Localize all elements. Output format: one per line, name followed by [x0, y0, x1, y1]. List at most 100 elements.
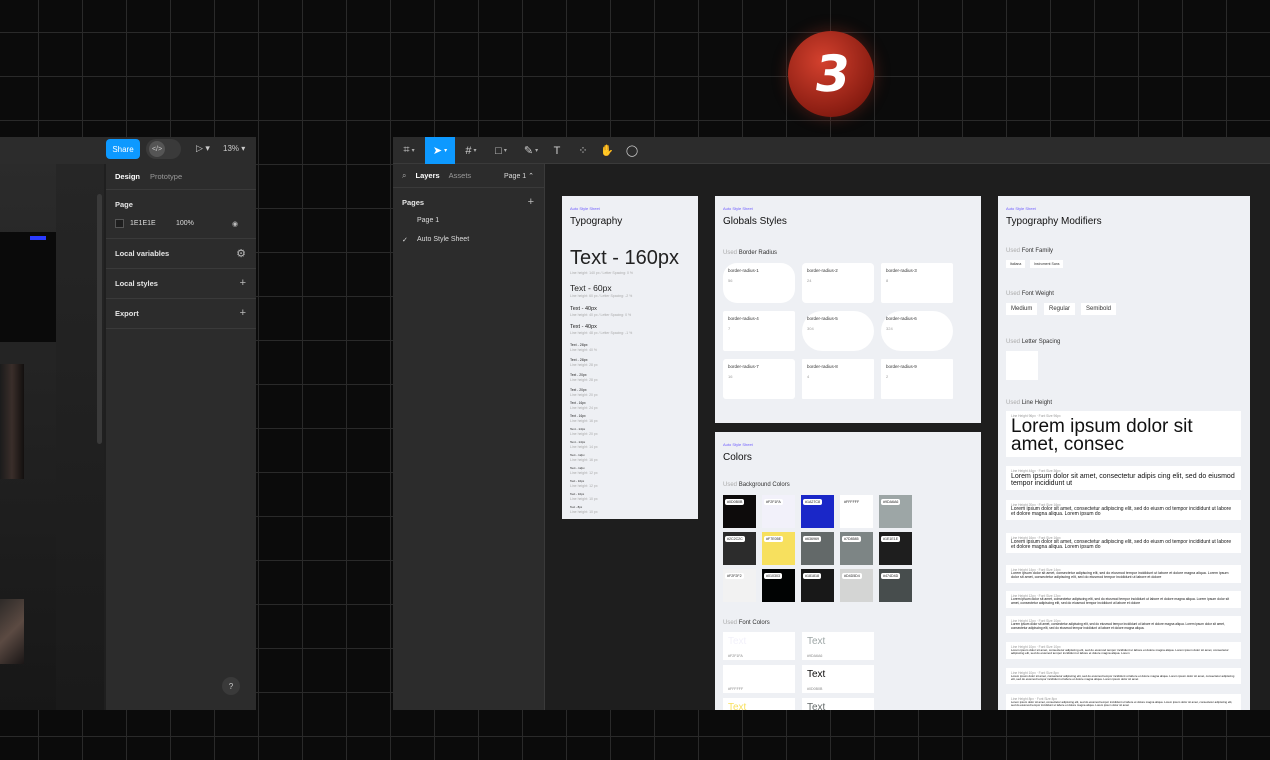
font-color-card[interactable]: Text#F7E05E [723, 698, 795, 710]
background-color-swatch[interactable]: #636969 [801, 532, 834, 565]
page-opacity[interactable]: 100% [176, 220, 232, 227]
typography-style-row[interactable]: Text - 40px Line height: 40 px / Letter S… [570, 306, 631, 317]
color-swatch[interactable] [115, 219, 124, 228]
frame-tool-icon[interactable]: # ▾ [459, 137, 483, 164]
line-height-card[interactable]: Line Height 16px · Font Size 16px Lorem i… [1006, 533, 1241, 553]
frame-typography-modifiers[interactable]: Auto Style Sheet Typography Modifiers Us… [998, 196, 1250, 710]
page-selector[interactable]: Page 1 ⌃ [504, 172, 534, 180]
present-play-icon[interactable]: ▷ ▾ [196, 143, 210, 154]
typography-style-row[interactable]: Text - 14px Line height: 20 px [570, 427, 598, 436]
page-item-page-1[interactable]: Page 1 [393, 211, 544, 230]
line-height-card[interactable]: Line Height 8px · Font Size 8px Lorem ips… [1006, 694, 1241, 710]
line-height-card[interactable]: Line Height 14px · Font Size 14px Lorem i… [1006, 565, 1241, 583]
page-color-hex[interactable]: 1E1E1E [130, 220, 176, 227]
font-color-card[interactable]: Text#636969 [802, 698, 874, 710]
local-variables-section[interactable]: Local variables ⚙ [106, 239, 256, 269]
line-height-card[interactable]: Line Height 20px · Font Size 16px Lorem i… [1006, 500, 1241, 520]
typography-style-row[interactable]: Text - 10px Line height: 10 px [570, 492, 598, 501]
typography-style-row[interactable]: Text - 8px Line height: 10 px [570, 505, 598, 514]
pen-tool-icon[interactable]: ✎ ▾ [519, 137, 543, 164]
background-color-swatch[interactable]: #FFFFFF [840, 495, 873, 528]
line-height-card[interactable]: Line Height 44px · Font Size 36px Lorem i… [1006, 466, 1241, 490]
typography-style-row[interactable]: Text - 40px Line height: 48 px / Letter S… [570, 324, 632, 335]
border-radius-card[interactable]: border-radius-9 2 [881, 359, 953, 399]
font-family-chip[interactable]: Instrument Sans [1030, 260, 1064, 268]
typography-style-row[interactable]: Text - 10px Line height: 12 px [570, 479, 598, 488]
frame-typography[interactable]: Auto Style Sheet Typography Text - 160px… [562, 196, 698, 519]
border-radius-card[interactable]: border-radius-3 8 [881, 263, 953, 303]
background-color-swatch[interactable]: #2C2C2C [723, 532, 756, 565]
font-color-card[interactable]: Text #F2F1FA [723, 632, 795, 660]
typography-style-row[interactable]: Text - 160px Line height: 140 px / Letter… [570, 247, 679, 275]
typography-style-row[interactable]: Text - 12px Line height: 12 px [570, 466, 598, 475]
comment-icon[interactable]: ◯ [623, 137, 641, 164]
help-button[interactable]: ? [222, 677, 240, 695]
border-radius-card[interactable]: border-radius-6 324 [881, 311, 953, 351]
typography-style-row[interactable]: Text - 28px Line height: 40 % [570, 343, 597, 352]
font-weight-chip[interactable]: Semibold [1081, 303, 1117, 315]
background-color-swatch[interactable]: #F2F1FA [762, 495, 795, 528]
resources-icon[interactable]: ⁘ [574, 137, 592, 164]
move-tool-icon[interactable]: ➤ ▾ [425, 137, 455, 164]
design-canvas[interactable]: Auto Style Sheet Typography Text - 160px… [545, 164, 1270, 710]
typography-style-row[interactable]: Text - 28px Line height: 28 px [570, 358, 598, 367]
font-color-card[interactable]: Text #FFFFFF [723, 665, 795, 693]
zoom-level[interactable]: 13% ▾ [223, 144, 245, 153]
line-height-card[interactable]: Line Height 10px · Font Size 8px Lorem ip… [1006, 668, 1241, 685]
typography-style-row[interactable]: Text - 20px Line height: 20 px [570, 388, 598, 397]
page-item-auto-style-sheet[interactable]: ✓ Auto Style Sheet [393, 230, 544, 249]
line-height-card[interactable]: Line Height 10px · Font Size 10px Lorem i… [1006, 642, 1241, 659]
border-radius-card[interactable]: border-radius-2 24 [802, 263, 874, 303]
figma-menu-icon[interactable]: ⌗ ▾ [397, 137, 421, 164]
tab-layers[interactable]: Layers [415, 171, 439, 180]
font-weight-chip[interactable]: Regular [1044, 303, 1076, 315]
share-button[interactable]: Share [106, 139, 140, 159]
local-styles-section[interactable]: Local styles + [106, 269, 256, 299]
background-color-swatch[interactable]: #F2F2F2 [723, 569, 756, 602]
background-color-swatch[interactable]: #9DA6A6 [879, 495, 912, 528]
background-color-swatch[interactable]: #181818 [801, 569, 834, 602]
typography-style-row[interactable]: Text - 60px Line height: 60 px / Letter S… [570, 283, 632, 298]
add-page-icon[interactable]: + [528, 196, 534, 208]
tab-assets[interactable]: Assets [449, 171, 472, 180]
border-radius-card[interactable]: border-radius-7 16 [723, 359, 795, 399]
frame-colors[interactable]: Auto Style Sheet Colors Used Background … [715, 432, 981, 710]
canvas-scrollbar[interactable] [97, 194, 102, 444]
eye-icon[interactable]: ◉ [232, 220, 238, 228]
page-background-row[interactable]: 1E1E1E 100% ◉ [115, 219, 247, 228]
typography-style-row[interactable]: Text - 14px Line height: 14 px [570, 440, 598, 449]
line-height-card[interactable]: Line Height 12px · Font Size 12px Lorem i… [1006, 591, 1241, 609]
border-radius-card[interactable]: border-radius-4 7 [723, 311, 795, 351]
font-family-chip[interactable]: Italiana [1006, 260, 1026, 268]
background-color-swatch[interactable]: #1A27C8 [801, 495, 834, 528]
text-tool-icon[interactable]: T [548, 137, 566, 164]
typography-style-row[interactable]: Text - 16px Line height: 24 px [570, 401, 598, 410]
border-radius-card[interactable]: border-radius-1 56 [723, 263, 795, 303]
hand-tool-icon[interactable]: ✋ [598, 137, 616, 164]
tab-design[interactable]: Design [115, 172, 140, 181]
add-export-icon[interactable]: + [240, 307, 246, 319]
search-icon[interactable]: ⌕ [402, 171, 406, 181]
typography-style-row[interactable]: Text - 16px Line height: 16 px [570, 414, 598, 423]
background-color-swatch[interactable]: #D4D5D4 [840, 569, 873, 602]
typography-style-row[interactable]: Text - 12px Line height: 16 px [570, 453, 598, 462]
line-height-card[interactable]: Line Height 12px · Font Size 10px Lorem i… [1006, 616, 1241, 634]
line-height-card[interactable]: Line Height 96px · Font Size 96px Lorem i… [1006, 411, 1241, 458]
frame-globals-styles[interactable]: Auto Style Sheet Globals Styles Used Bor… [715, 196, 981, 423]
background-color-swatch[interactable]: #F7E05E [762, 532, 795, 565]
shape-tool-icon[interactable]: □ ▾ [489, 137, 513, 164]
font-color-card[interactable]: Text #0D0B0B [802, 665, 874, 693]
font-color-card[interactable]: Text #9DA6A6 [802, 632, 874, 660]
border-radius-card[interactable]: border-radius-8 4 [802, 359, 874, 399]
background-color-swatch[interactable]: #474D4D [879, 569, 912, 602]
add-style-icon[interactable]: + [240, 277, 246, 289]
typography-style-row[interactable]: Text - 20px Line height: 28 px [570, 373, 598, 382]
export-section[interactable]: Export + [106, 299, 256, 329]
background-color-swatch[interactable]: #1E1E1E [879, 532, 912, 565]
variables-adjust-icon[interactable]: ⚙ [236, 247, 246, 260]
tab-prototype[interactable]: Prototype [150, 172, 182, 181]
border-radius-card[interactable]: border-radius-5 304 [802, 311, 874, 351]
dev-mode-toggle[interactable]: </> [146, 139, 181, 159]
background-color-swatch[interactable]: #010303 [762, 569, 795, 602]
background-color-swatch[interactable]: #7D8585 [840, 532, 873, 565]
